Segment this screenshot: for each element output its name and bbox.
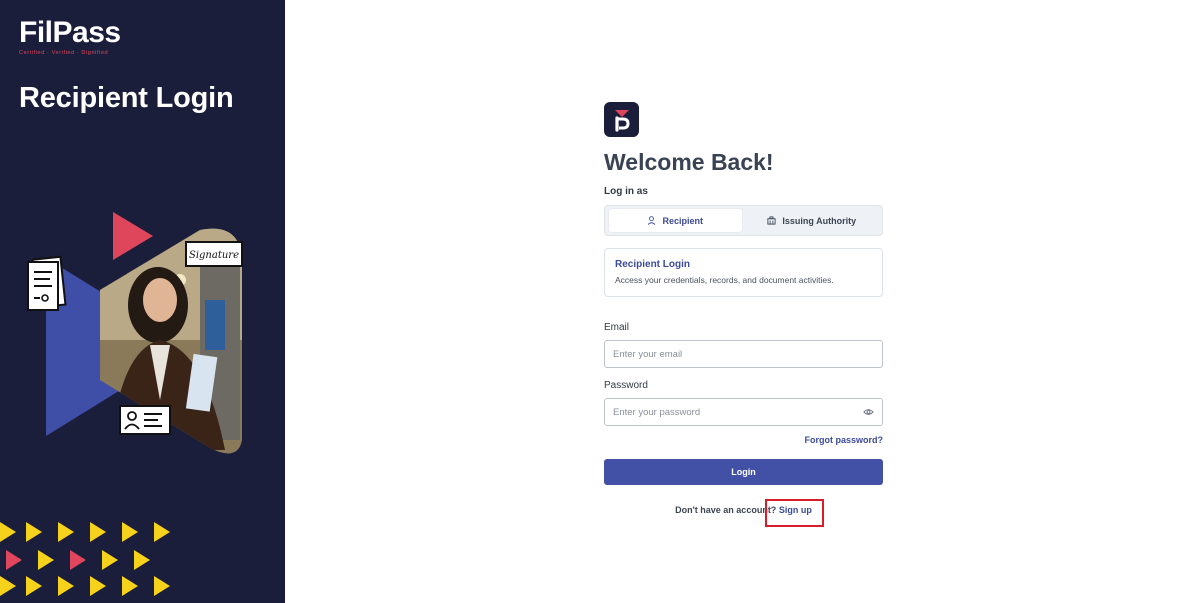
brand-tagline: Certified · Verified · Dignified (19, 50, 109, 56)
tab-recipient[interactable]: Recipient (609, 209, 742, 232)
tab-issuing-authority[interactable]: Issuing Authority (746, 209, 879, 232)
triangle-pattern (0, 522, 170, 596)
login-card: Welcome Back! Log in as Recipient Issuin… (604, 102, 883, 515)
signup-prompt: Don't have an account? (675, 505, 777, 515)
email-field[interactable] (613, 348, 874, 360)
login-as-label: Log in as (604, 186, 648, 197)
panel-title: Recipient Login (19, 82, 234, 114)
info-box: Recipient Login Access your credentials,… (604, 248, 883, 297)
eye-icon[interactable] (863, 408, 874, 416)
building-icon (767, 216, 776, 225)
left-panel: FilPass Certified · Verified · Dignified… (0, 0, 285, 603)
signature-card: Signature (185, 241, 243, 267)
email-label: Email (604, 322, 630, 333)
red-play-shape (113, 212, 153, 260)
id-card-icon (119, 405, 171, 435)
role-toggle: Recipient Issuing Authority (604, 205, 883, 236)
info-box-description: Access your credentials, records, and do… (615, 275, 834, 285)
password-label: Password (604, 380, 648, 391)
tab-issuing-authority-label: Issuing Authority (782, 215, 857, 226)
hero-illustration: Signature (27, 212, 243, 454)
brand-logo: FilPass Certified · Verified · Dignified (19, 16, 121, 56)
signup-link[interactable]: Sign up (779, 505, 812, 515)
tab-recipient-label: Recipient (662, 215, 703, 226)
app-logo-icon (604, 102, 639, 137)
signature-text: Signature (189, 250, 239, 261)
info-box-title: Recipient Login (615, 259, 690, 270)
signup-row: Don't have an account? Sign up (604, 505, 883, 515)
user-icon (648, 216, 656, 225)
document-icon (27, 255, 67, 311)
password-field[interactable] (613, 406, 863, 418)
welcome-heading: Welcome Back! (604, 149, 774, 175)
brand-name: FilPass (19, 16, 121, 49)
login-button[interactable]: Login (604, 459, 883, 485)
password-field-wrapper (604, 398, 883, 426)
forgot-password-link[interactable]: Forgot password? (604, 435, 884, 445)
email-field-wrapper (604, 340, 883, 368)
